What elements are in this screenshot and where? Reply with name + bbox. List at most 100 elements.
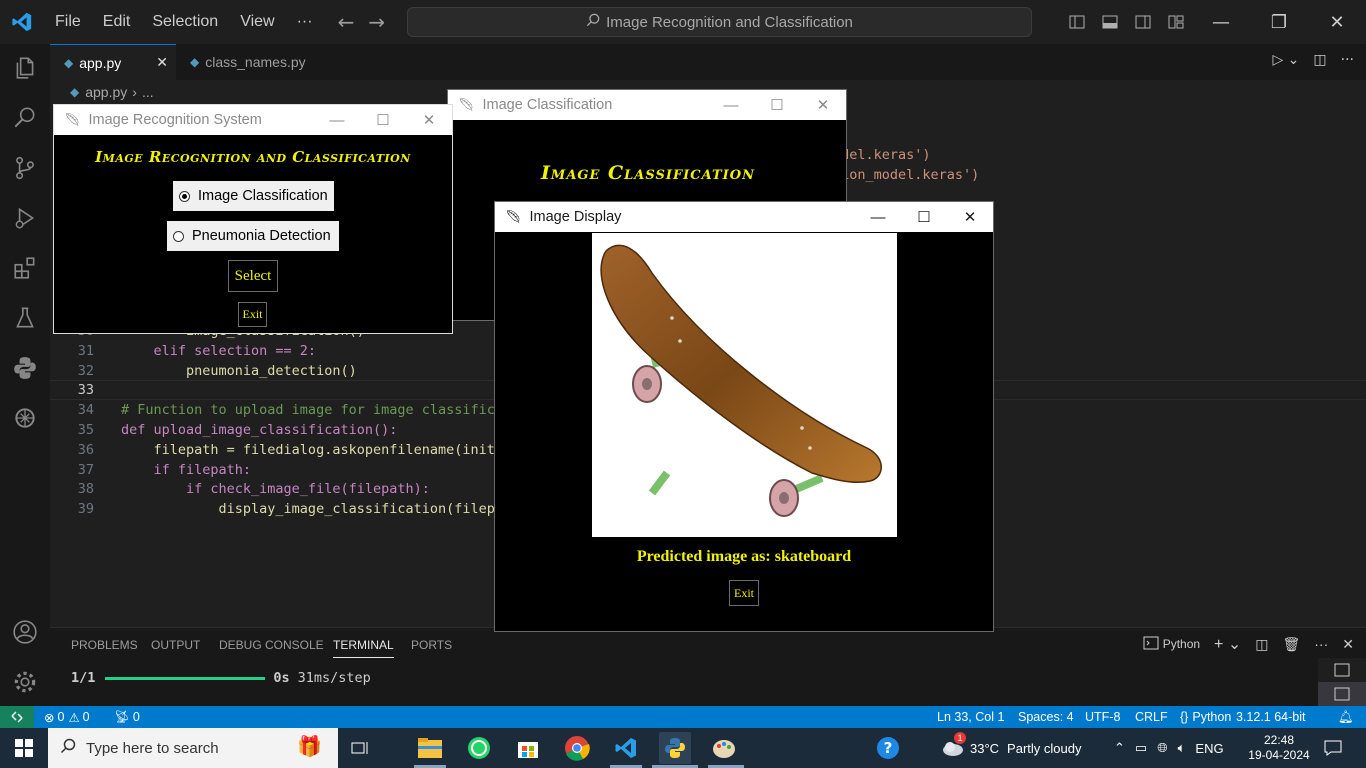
battery-icon[interactable]: ▭ [1135, 740, 1147, 756]
tab-app-py[interactable]: ◆ app.py ✕ [50, 44, 176, 80]
window-title: Image Classification [482, 97, 613, 113]
notification-center-icon[interactable] [1324, 728, 1342, 768]
python-taskbar-icon[interactable] [659, 732, 691, 764]
line-ending[interactable]: CRLF [1135, 706, 1168, 728]
forward-arrow-icon[interactable]: → [368, 10, 385, 34]
tab-class-names-py[interactable]: ◆ class_names.py [176, 44, 326, 80]
windows-start-icon[interactable] [8, 732, 40, 764]
terminal-instance-icon[interactable] [1318, 682, 1366, 706]
toggle-secondary-sidebar-icon[interactable] [1126, 0, 1159, 44]
notifications-bell-icon[interactable]: 🔔︎ [1338, 706, 1354, 728]
vscode-taskbar-icon[interactable] [610, 732, 642, 764]
more-icon[interactable]: ··· [1314, 636, 1328, 652]
window-titlebar[interactable]: 🪶︎ Image Recognition System — ☐ ✕ [54, 105, 452, 135]
minimize-icon[interactable]: — [1192, 0, 1250, 44]
search-highlight-icon: 🎁 [297, 736, 322, 758]
cursor-position[interactable]: Ln 33, Col 1 [937, 706, 1004, 728]
chrome-icon[interactable] [561, 732, 593, 764]
tab-terminal[interactable]: TERMINAL [333, 638, 394, 658]
customize-layout-icon[interactable] [1159, 0, 1192, 44]
window-titlebar[interactable]: 🪶︎ Image Display — ☐ ✕ [495, 202, 993, 232]
encoding[interactable]: UTF-8 [1085, 706, 1120, 728]
volume-icon[interactable]: 🔈︎ [1178, 740, 1186, 756]
close-icon[interactable]: ✕ [1308, 0, 1366, 44]
tab-close-icon[interactable]: ✕ [156, 54, 168, 71]
python-file-icon: ◆ [64, 55, 74, 70]
split-editor-icon[interactable]: ◫ [1313, 52, 1326, 68]
language-mode[interactable]: {} Python [1180, 706, 1231, 728]
breadcrumb-file[interactable]: app.py [85, 84, 127, 100]
restore-icon[interactable]: ❐ [1250, 0, 1308, 44]
predicted-image [592, 233, 897, 537]
terminal-instance-icon[interactable] [1318, 658, 1366, 682]
paint-icon[interactable] [708, 732, 740, 764]
remote-indicator-icon[interactable] [0, 706, 34, 728]
select-button[interactable]: Select [228, 260, 278, 292]
exit-button[interactable]: Exit [238, 302, 267, 327]
tab-problems[interactable]: PROBLEMS [71, 638, 138, 652]
maximize-icon[interactable]: ☐ [754, 90, 800, 120]
extensions-icon[interactable] [0, 244, 50, 292]
search-icon [60, 738, 76, 758]
ai-chat-icon[interactable] [0, 394, 50, 442]
weather-text: Partly cloudy [1007, 740, 1082, 756]
menu-more[interactable]: ··· [286, 13, 324, 31]
back-arrow-icon[interactable]: ← [338, 10, 355, 34]
terminal-type-label[interactable]: Python [1163, 637, 1200, 651]
more-actions-icon[interactable]: ··· [1341, 52, 1354, 68]
editor-tabs: ◆ app.py ✕ ◆ class_names.py ▷ ⌄ ◫ ··· [50, 44, 1366, 80]
terminal-output[interactable]: 1/1 0s 31ms/step [71, 670, 371, 686]
task-view-icon[interactable] [344, 732, 376, 764]
minimize-icon[interactable]: — [314, 105, 360, 135]
file-explorer-icon[interactable] [414, 732, 446, 764]
minimize-icon[interactable]: — [855, 202, 901, 232]
new-terminal-icon[interactable]: + ⌄ [1214, 634, 1241, 654]
run-debug-icon[interactable] [0, 194, 50, 242]
menu-edit[interactable]: Edit [92, 13, 142, 31]
toggle-panel-icon[interactable] [1093, 0, 1126, 44]
input-language[interactable]: ENG [1195, 741, 1223, 756]
maximize-icon[interactable]: ☐ [901, 202, 947, 232]
menu-selection[interactable]: Selection [141, 13, 229, 31]
menu-file[interactable]: File [44, 13, 92, 31]
run-python-icon[interactable]: ▷ ⌄ [1272, 52, 1299, 68]
interpreter[interactable]: 3.12.1 64-bit [1236, 706, 1306, 728]
menu-view[interactable]: View [229, 13, 285, 31]
tab-debug-console[interactable]: DEBUG CONSOLE [219, 638, 324, 652]
trash-icon[interactable]: 🗑 [1282, 636, 1300, 653]
network-icon[interactable]: 🌐︎ [1157, 740, 1167, 756]
close-panel-icon[interactable]: ✕ [1342, 636, 1354, 653]
minimize-icon[interactable]: — [708, 90, 754, 120]
source-control-icon[interactable] [0, 144, 50, 192]
split-terminal-icon[interactable]: ◫ [1255, 636, 1268, 653]
store-icon[interactable] [512, 732, 544, 764]
toggle-sidebar-icon[interactable] [1060, 0, 1093, 44]
explorer-icon[interactable] [0, 44, 50, 92]
search-activity-icon[interactable] [0, 94, 50, 142]
clock[interactable]: 22:48 19-04-2024 [1248, 728, 1310, 768]
close-icon[interactable]: ✕ [406, 105, 452, 135]
indentation[interactable]: Spaces: 4 [1018, 706, 1074, 728]
command-center[interactable]: Image Recognition and Classification [407, 7, 1032, 37]
python-icon[interactable] [0, 344, 50, 392]
radio-pneumonia-detection[interactable]: Pneumonia Detection [167, 221, 339, 251]
weather-widget[interactable]: 1 33°C Partly cloudy [942, 728, 1081, 768]
maximize-icon[interactable]: ☐ [360, 105, 406, 135]
tab-output[interactable]: OUTPUT [151, 638, 200, 652]
manage-gear-icon[interactable] [0, 658, 50, 706]
testing-icon[interactable] [0, 294, 50, 342]
radio-image-classification[interactable]: Image Classification [173, 181, 334, 211]
tab-ports[interactable]: PORTS [411, 638, 452, 652]
breadcrumb-more[interactable]: ... [142, 84, 154, 100]
whatsapp-icon[interactable] [463, 732, 495, 764]
account-icon[interactable] [0, 608, 50, 656]
help-icon[interactable]: ? [872, 732, 904, 764]
problems-status[interactable]: ⊗ 0 ⚠ 0 [44, 706, 90, 728]
close-icon[interactable]: ✕ [947, 202, 993, 232]
chevron-up-icon[interactable]: ⌃ [1114, 740, 1125, 756]
taskbar-search[interactable]: Type here to search 🎁 [48, 728, 338, 768]
window-titlebar[interactable]: 🪶︎ Image Classification — ☐ ✕ [448, 90, 846, 120]
ports-status[interactable]: 📡︎ 0 [114, 706, 140, 728]
close-icon[interactable]: ✕ [800, 90, 846, 120]
exit-button[interactable]: Exit [729, 580, 759, 606]
